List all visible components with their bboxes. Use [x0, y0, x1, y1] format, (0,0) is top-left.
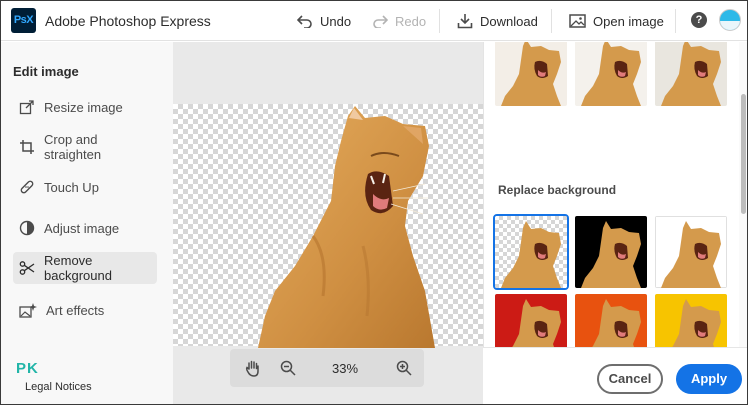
help-icon[interactable]: ? — [691, 12, 707, 28]
background-swatch-transparent[interactable] — [493, 214, 569, 290]
background-swatch-black[interactable] — [575, 216, 647, 288]
zoom-level: 33% — [331, 361, 359, 376]
avatar[interactable] — [719, 9, 741, 31]
undo-label: Undo — [320, 13, 352, 29]
sidebar-item-label: Art effects — [46, 302, 105, 318]
download-label: Download — [480, 13, 538, 29]
zoom-toolbar: 33% — [230, 349, 424, 387]
background-swatch-orange[interactable] — [575, 294, 647, 347]
zoom-in-icon[interactable] — [396, 360, 412, 376]
sidebar-item-label: Resize image — [44, 99, 123, 115]
sidebar-item-label: Crop and straighten — [44, 132, 102, 162]
sidebar-item-crop-and-straighten[interactable]: Crop and straighten — [13, 131, 157, 163]
sidebar-item-label: Touch Up — [44, 179, 99, 195]
cancel-button[interactable]: Cancel — [597, 364, 663, 394]
toolbar-divider — [439, 9, 440, 33]
effect-thumbnail[interactable] — [655, 42, 727, 106]
image-icon — [569, 14, 586, 28]
redo-button[interactable]: Redo — [372, 9, 426, 33]
scrollbar-thumb[interactable] — [741, 94, 746, 214]
download-button[interactable]: Download — [457, 9, 538, 33]
sidebar-title: Edit image — [13, 64, 79, 79]
sidebar-item-resize-image[interactable]: Resize image — [13, 91, 157, 123]
crop-icon — [20, 140, 34, 154]
open-image-label: Open image — [593, 13, 664, 29]
hand-icon[interactable] — [245, 360, 261, 377]
sparkle-image-icon — [19, 303, 37, 318]
sidebar-item-remove-background[interactable]: Remove background — [13, 252, 157, 284]
resize-icon — [19, 100, 34, 115]
toolbar-divider — [675, 9, 676, 33]
scissors-icon — [19, 261, 35, 275]
cat-image — [258, 106, 435, 348]
adjust-icon — [19, 220, 35, 236]
bandage-icon — [20, 180, 34, 194]
replace-background-title: Replace background — [498, 183, 617, 197]
legal-notices-link[interactable]: Legal Notices — [25, 381, 92, 393]
background-swatch-yellow[interactable] — [655, 294, 727, 347]
background-swatch-white[interactable] — [655, 216, 727, 288]
sidebar: Edit image Resize image Crop and straigh… — [1, 42, 173, 404]
apply-button[interactable]: Apply — [676, 364, 742, 394]
app-title: Adobe Photoshop Express — [45, 13, 211, 29]
redo-label: Redo — [395, 13, 427, 29]
undo-button[interactable]: Undo — [297, 9, 351, 33]
effect-thumbnail[interactable] — [495, 42, 567, 106]
zoom-out-icon[interactable] — [280, 360, 296, 376]
app-window: PsX Adobe Photoshop Express Undo Redo Do… — [0, 0, 748, 405]
undo-icon — [297, 15, 312, 28]
canvas-area[interactable]: 33% — [173, 42, 483, 404]
sidebar-item-adjust-image[interactable]: Adjust image — [13, 212, 157, 244]
background-swatch-red[interactable] — [495, 294, 567, 347]
toolbar-divider — [551, 9, 552, 33]
sidebar-item-label: Adjust image — [44, 220, 120, 236]
watermark-logo: PK — [16, 360, 39, 377]
download-icon — [457, 14, 473, 29]
redo-icon — [373, 15, 388, 28]
effect-thumbnail[interactable] — [575, 42, 647, 106]
sidebar-item-art-effects[interactable]: Art effects — [13, 294, 157, 326]
open-image-button[interactable]: Open image — [569, 9, 664, 33]
action-footer: Cancel Apply — [483, 347, 747, 404]
sidebar-item-label: Remove background — [44, 253, 112, 283]
right-panel: Replace background — [483, 42, 747, 347]
top-bar: PsX Adobe Photoshop Express Undo Redo Do… — [1, 1, 747, 41]
sidebar-item-touch-up[interactable]: Touch Up — [13, 171, 157, 203]
app-logo: PsX — [11, 8, 36, 33]
